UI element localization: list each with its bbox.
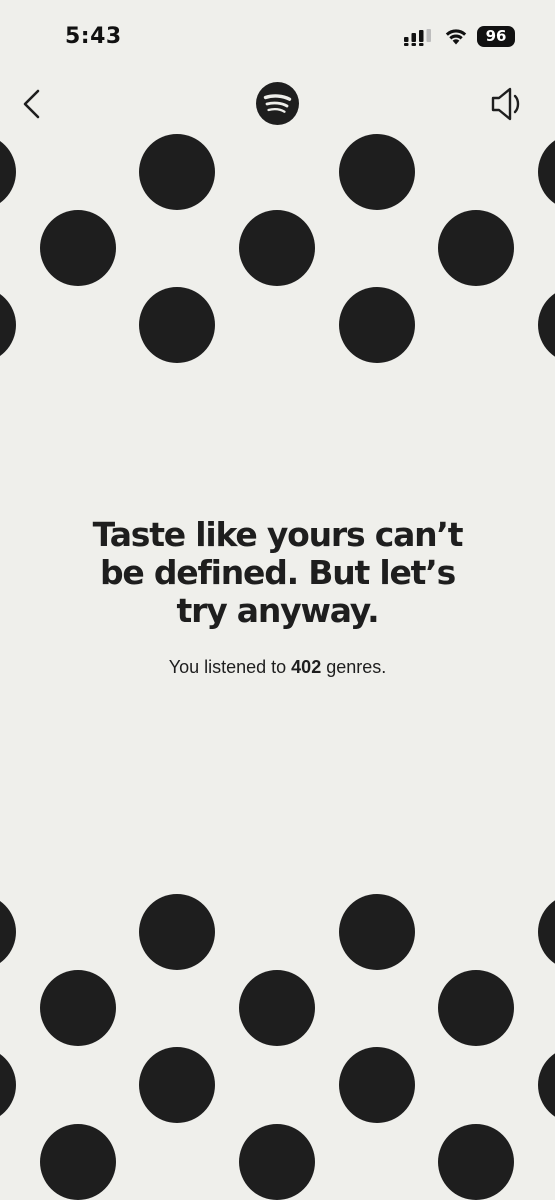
- pattern-dot: [339, 894, 415, 970]
- pattern-dot: [438, 210, 514, 286]
- pattern-dot: [139, 287, 215, 363]
- pattern-dot: [0, 901, 16, 963]
- headline-line-1: Taste like yours can’t: [92, 515, 464, 554]
- dot-pattern-top: [0, 134, 555, 363]
- spotify-logo-icon: [256, 82, 299, 125]
- pattern-dot: [339, 1047, 415, 1123]
- pattern-dot: [339, 287, 415, 363]
- speaker-icon: [491, 87, 520, 121]
- pattern-dot: [0, 294, 16, 356]
- headline-line-2: be defined. But let’s: [99, 553, 456, 592]
- status-time: 5:43: [65, 24, 122, 49]
- pattern-dot: [40, 210, 116, 286]
- back-button[interactable]: [14, 84, 54, 124]
- subtitle-suffix: genres.: [321, 657, 387, 677]
- pattern-dot: [139, 134, 215, 210]
- dot-pattern-bottom: [0, 894, 555, 1200]
- wrapped-story-screen: 5:43 96 Taste like yours can’t be define…: [0, 0, 555, 1200]
- pattern-dot: [0, 1054, 16, 1116]
- pattern-dot: [239, 970, 315, 1046]
- pattern-dot: [438, 970, 514, 1046]
- pattern-dot: [139, 1047, 215, 1123]
- headline-line-3: try anyway.: [176, 591, 380, 630]
- pattern-dot: [538, 1053, 555, 1117]
- sound-button[interactable]: [488, 84, 528, 124]
- headline: Taste like yours can’t be defined. But l…: [0, 516, 555, 630]
- genre-count: 402: [291, 657, 322, 677]
- pattern-dot: [239, 1124, 315, 1200]
- battery-level: 96: [485, 27, 507, 45]
- battery-icon: 96: [477, 26, 515, 47]
- pattern-dot: [40, 1124, 116, 1200]
- pattern-dot: [239, 210, 315, 286]
- pattern-dot: [40, 970, 116, 1046]
- pattern-dot: [538, 140, 555, 204]
- pattern-dot: [438, 1124, 514, 1200]
- pattern-dot: [538, 900, 555, 964]
- pattern-dot: [538, 293, 555, 357]
- status-bar: 5:43 96: [0, 0, 555, 70]
- genre-count-subtitle: You listened to 402 genres.: [0, 657, 555, 678]
- chevron-left-icon: [23, 89, 40, 119]
- pattern-dot: [139, 894, 215, 970]
- subtitle-prefix: You listened to: [168, 657, 292, 677]
- pattern-dot: [0, 141, 16, 203]
- pattern-dot: [339, 134, 415, 210]
- signal-icon: [404, 29, 431, 46]
- wifi-icon: [445, 29, 467, 45]
